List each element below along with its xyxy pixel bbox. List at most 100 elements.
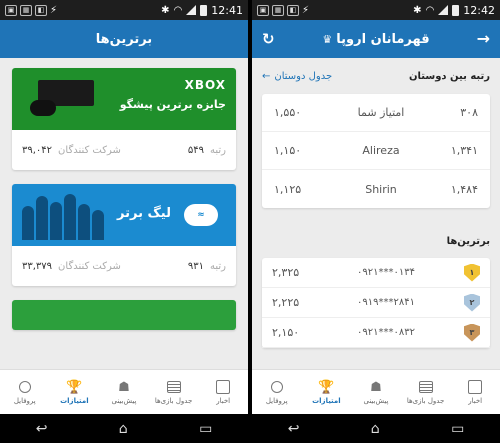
card-info: ۳۳,۳۷۹ شرکت کنندگان ۹۳۱ رتبه: [12, 246, 236, 286]
notification-icon: ▣: [5, 4, 17, 16]
status-bar: ▣ ▦ ◧ ⚡ ✱ ◠ 12:41: [0, 0, 248, 20]
back-icon[interactable]: ↩: [288, 421, 300, 437]
banner-title: جایزه برترین پیشگو: [119, 98, 226, 111]
page-title: برترین‌ها: [95, 31, 153, 47]
arrow-left-icon: ←: [262, 70, 271, 82]
table-icon: [166, 379, 182, 395]
nav-profile[interactable]: پروفایل: [252, 370, 302, 414]
screens: ▣ ▦ ◧ ⚡ ✱ ◠ 12:41 برترین‌ها: [0, 0, 500, 443]
rank-value: ۹۳۱: [187, 260, 204, 272]
rank-label: رتبه: [210, 260, 226, 272]
nav-predict[interactable]: ☗ پیش‌بینی: [351, 370, 401, 414]
friends-table: ۱,۵۵۰ امتیاز شما ۳۰۸ ۱,۱۵۰ Alireza ۱,۳۴۱…: [262, 94, 490, 208]
trophy-icon: 🏆: [66, 379, 83, 395]
table-row[interactable]: ۱,۱۵۰ Alireza ۱,۳۴۱: [262, 132, 490, 170]
status-time: 12:42: [463, 3, 495, 17]
news-icon: [215, 379, 231, 395]
cup-logo-icon: ♛: [322, 32, 333, 46]
left-screen: ▣ ▦ ◧ ⚡ ✱ ◠ 12:41 برترین‌ها: [0, 0, 248, 443]
bottom-nav: پروفایل 🏆 امتیازات ☗ پیش‌بینی جدول بازی‌…: [252, 369, 500, 414]
nav-news[interactable]: اخبار: [450, 370, 500, 414]
predict-icon: ☗: [370, 379, 382, 395]
section-title: رتبه بین دوستان: [408, 70, 490, 82]
leaderboard-table: ۲,۳۲۵ ۰۹۲۱***۰۱۳۴ ۱ ۲,۲۲۵ ۰۹۱۹***۲۸۴۱ ۲ …: [262, 258, 490, 348]
table-row[interactable]: ۲,۳۲۵ ۰۹۲۱***۰۱۳۴ ۱: [262, 258, 490, 288]
back-icon[interactable]: ↩: [36, 421, 48, 437]
contest-card-xbox[interactable]: XBOX جایزه برترین پیشگو ۳۹,۰۴۲ شرکت کنند…: [12, 68, 236, 170]
profile-icon: [269, 379, 285, 395]
bluetooth-icon: ✱: [413, 4, 422, 16]
trophy-icon: 🏆: [318, 379, 335, 395]
recents-icon[interactable]: ▭: [451, 421, 464, 437]
wifi-icon: ◠: [425, 4, 435, 16]
medal-bronze-icon: ۳: [464, 323, 480, 342]
friends-header: ← جدول دوستان رتبه بین دوستان: [252, 58, 500, 94]
right-screen: ▣ ▦ ◧ ⚡ ✱ ◠ 12:42 ↻ ♛ قهرمانان اروپا → ←: [252, 0, 500, 443]
players-image: [22, 190, 104, 240]
table-row[interactable]: ۱,۵۵۰ امتیاز شما ۳۰۸: [262, 94, 490, 132]
home-icon[interactable]: ⌂: [371, 421, 380, 437]
participants-label: شرکت کنندگان: [58, 260, 121, 272]
wifi-icon: ◠: [173, 4, 183, 16]
table-icon: [418, 379, 434, 395]
rank-label: رتبه: [210, 144, 226, 156]
league-logo: ≈: [184, 204, 218, 226]
refresh-icon[interactable]: ↻: [262, 30, 275, 48]
status-bar: ▣ ▦ ◧ ⚡ ✱ ◠ 12:42: [252, 0, 500, 20]
signal-icon: [438, 5, 449, 15]
bottom-nav: پروفایل 🏆 امتیازات ☗ پیش‌بینی جدول بازی‌…: [0, 369, 248, 414]
usb-icon: ⚡: [50, 4, 58, 16]
battery-icon: [452, 4, 460, 16]
nav-scores[interactable]: 🏆 امتیازات: [302, 370, 352, 414]
page-title: قهرمانان اروپا: [336, 31, 430, 47]
notification-icon: ▣: [257, 4, 269, 16]
participants-label: شرکت کنندگان: [58, 144, 121, 156]
banner-title: لیگ برتر: [117, 206, 171, 221]
app-bar: ↻ ♛ قهرمانان اروپا →: [252, 20, 500, 58]
nav-predict[interactable]: ☗ پیش‌بینی: [99, 370, 149, 414]
table-row[interactable]: ۲,۲۲۵ ۰۹۱۹***۲۸۴۱ ۲: [262, 288, 490, 318]
contest-card-partial[interactable]: [12, 300, 236, 330]
profile-icon: [17, 379, 33, 395]
nav-scores[interactable]: 🏆 امتیازات: [50, 370, 100, 414]
app-bar: برترین‌ها: [0, 20, 248, 58]
contest-list[interactable]: XBOX جایزه برترین پیشگو ۳۹,۰۴۲ شرکت کنند…: [0, 58, 248, 369]
league-banner: لیگ برتر ≈: [12, 184, 236, 246]
bluetooth-icon: ✱: [161, 4, 170, 16]
xbox-banner: XBOX جایزه برترین پیشگو: [12, 68, 236, 130]
app-notification-icon: ◧: [35, 4, 47, 16]
xbox-logo: XBOX: [184, 78, 226, 92]
participants-count: ۳۳,۳۷۹: [22, 260, 53, 272]
partial-banner: [12, 300, 236, 330]
leaderboard-title: برترین‌ها: [446, 235, 490, 247]
battery-icon: [200, 4, 208, 16]
card-info: ۳۹,۰۴۲ شرکت کنندگان ۵۴۹ رتبه: [12, 130, 236, 170]
news-icon: [467, 379, 483, 395]
nav-profile[interactable]: پروفایل: [0, 370, 50, 414]
predict-icon: ☗: [118, 379, 130, 395]
medal-gold-icon: ۱: [464, 263, 480, 282]
nav-news[interactable]: اخبار: [198, 370, 248, 414]
xbox-console-image: [30, 76, 102, 118]
status-time: 12:41: [211, 3, 243, 17]
nav-fixtures[interactable]: جدول بازی‌ها: [401, 370, 451, 414]
contest-card-league[interactable]: لیگ برتر ≈ ۳۳,۳۷۹ شرکت کنندگان ۹۳۱ رتبه: [12, 184, 236, 286]
medal-silver-icon: ۲: [464, 293, 480, 312]
recents-icon[interactable]: ▭: [199, 421, 212, 437]
signal-icon: [186, 5, 197, 15]
image-notification-icon: ▦: [20, 4, 32, 16]
competition-detail: ← جدول دوستان رتبه بین دوستان ۱,۵۵۰ امتی…: [252, 58, 500, 369]
system-nav: ↩ ⌂ ▭: [0, 414, 248, 443]
home-icon[interactable]: ⌂: [119, 421, 128, 437]
participants-count: ۳۹,۰۴۲: [22, 144, 53, 156]
back-arrow-icon[interactable]: →: [477, 29, 490, 48]
nav-fixtures[interactable]: جدول بازی‌ها: [149, 370, 199, 414]
system-nav: ↩ ⌂ ▭: [252, 414, 500, 443]
friends-table-link[interactable]: ← جدول دوستان: [262, 71, 332, 82]
image-notification-icon: ▦: [272, 4, 284, 16]
rank-value: ۵۴۹: [187, 144, 204, 156]
table-row[interactable]: ۱,۱۲۵ Shirin ۱,۴۸۴: [262, 170, 490, 208]
app-notification-icon: ◧: [287, 4, 299, 16]
usb-icon: ⚡: [302, 4, 310, 16]
table-row[interactable]: ۲,۱۵۰ ۰۹۲۱***۰۸۳۲ ۳: [262, 318, 490, 348]
